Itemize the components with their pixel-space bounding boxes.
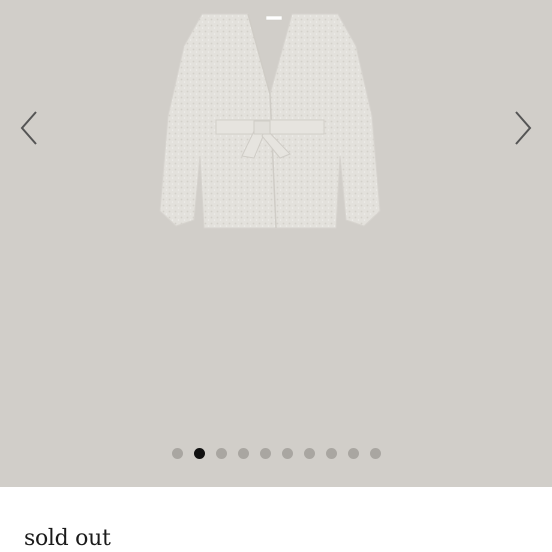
- pagination-dots: [0, 447, 552, 459]
- pagination-dot[interactable]: [303, 447, 315, 459]
- sold-out-label: sold out: [24, 526, 111, 551]
- pagination-dot[interactable]: [171, 447, 183, 459]
- pagination-dot[interactable]: [215, 447, 227, 459]
- next-image-button[interactable]: [508, 108, 538, 148]
- previous-image-button[interactable]: [14, 108, 44, 148]
- pagination-dot[interactable]: [193, 447, 205, 459]
- pagination-dot[interactable]: [369, 447, 381, 459]
- pagination-dot[interactable]: [347, 447, 359, 459]
- chevron-left-icon: [20, 111, 37, 145]
- pagination-dot[interactable]: [237, 447, 249, 459]
- pagination-dot[interactable]: [281, 447, 293, 459]
- pagination-dot[interactable]: [259, 447, 271, 459]
- chevron-right-icon: [515, 111, 532, 145]
- product-image: [159, 13, 381, 229]
- pagination-dot[interactable]: [325, 447, 337, 459]
- product-image-gallery[interactable]: [0, 0, 552, 487]
